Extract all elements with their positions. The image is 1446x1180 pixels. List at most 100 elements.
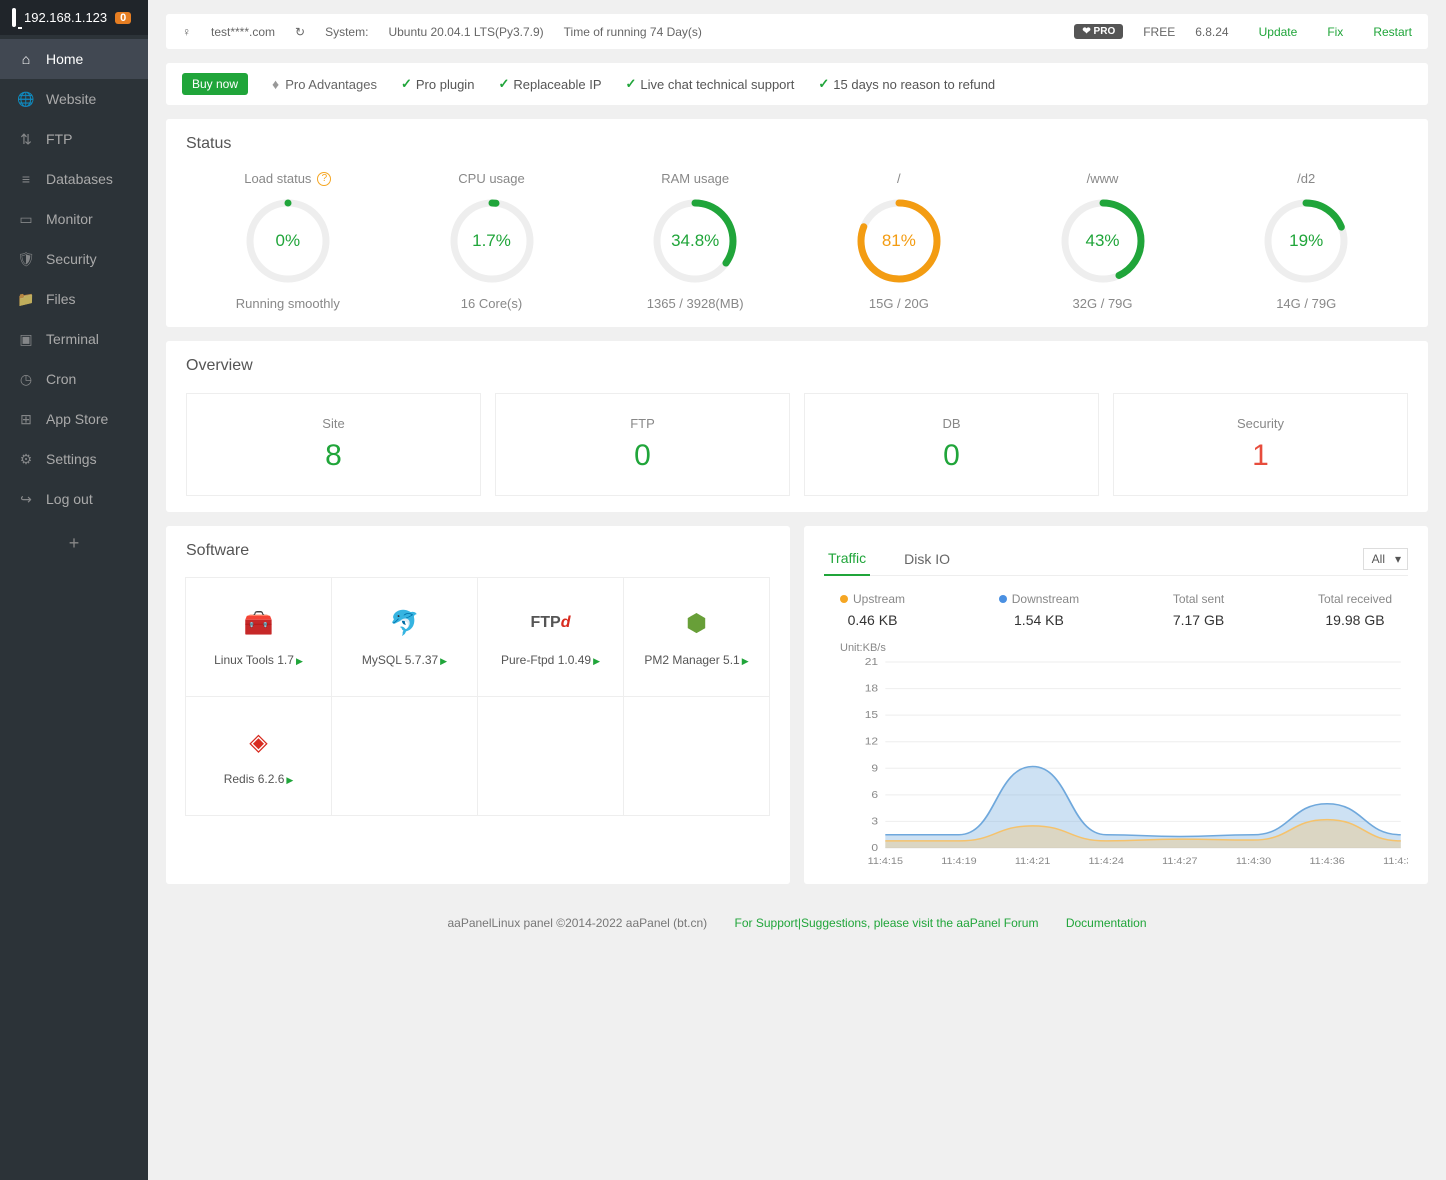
sidebar-item-label: Terminal — [46, 331, 99, 347]
software-redis[interactable]: ◈ Redis 6.2.6 — [185, 696, 332, 816]
software-linux[interactable]: 🧰Linux Tools 1.7 — [185, 577, 332, 697]
sidebar-item-app-store[interactable]: ⊞App Store — [0, 399, 148, 439]
stat-value: 7.17 GB — [1173, 612, 1224, 628]
overview-value: 0 — [496, 439, 789, 473]
status-card: Status Load status? 0% Running smoothly … — [166, 119, 1428, 327]
help-icon[interactable]: ? — [317, 172, 331, 186]
sidebar-item-cron[interactable]: ◷Cron — [0, 359, 148, 399]
header-bar: ♀ test****.com ↻ System: Ubuntu 20.04.1 … — [166, 14, 1428, 49]
promo-feature: Replaceable IP — [498, 76, 601, 92]
gauge-d2[interactable]: /d2 19% 14G / 79G — [1204, 171, 1408, 311]
software-title: Software — [186, 542, 770, 560]
traffic-chart[interactable]: 03691215182111:4:1511:4:1911:4:2111:4:24… — [824, 658, 1408, 868]
pro-badge[interactable]: ❤ PRO — [1074, 24, 1123, 39]
sidebar-item-website[interactable]: 🌐Website — [0, 79, 148, 119]
sidebar-item-security[interactable]: 🛡Security — [0, 239, 148, 279]
sidebar-item-label: Website — [46, 91, 96, 107]
overview-site[interactable]: Site 8 — [186, 393, 481, 496]
stat-value: 0.46 KB — [840, 612, 905, 628]
pro-advantages[interactable]: ♦ Pro Advantages — [272, 76, 377, 92]
software-card: Software 🧰Linux Tools 1.7🐬MySQL 5.7.37FT… — [166, 526, 790, 884]
software-name: Redis 6.2.6 — [224, 772, 294, 786]
traffic-card: Traffic Disk IO All Upstream0.46 KBDowns… — [804, 526, 1428, 884]
traffic-filter-select[interactable]: All — [1363, 548, 1408, 570]
sidebar-item-monitor[interactable]: ▭Monitor — [0, 199, 148, 239]
sidebar-item-label: Settings — [46, 451, 97, 467]
restart-link[interactable]: Restart — [1373, 25, 1412, 39]
redis-icon: ◈ — [243, 726, 275, 758]
gauge-loadstatus[interactable]: Load status? 0% Running smoothly — [186, 171, 390, 311]
svg-text:0: 0 — [871, 843, 878, 854]
gauge-label: Load status? — [186, 171, 390, 186]
version: 6.8.24 — [1195, 25, 1228, 39]
sidebar-item-files[interactable]: 📁Files — [0, 279, 148, 319]
gauge-www[interactable]: /www 43% 32G / 79G — [1001, 171, 1205, 311]
footer: aaPanelLinux panel ©2014-2022 aaPanel (b… — [166, 898, 1428, 948]
overview-db[interactable]: DB0 — [804, 393, 1099, 496]
gauge-[interactable]: / 81% 15G / 20G — [797, 171, 1001, 311]
sidebar-item-label: Databases — [46, 171, 113, 187]
gauge-cpuusage[interactable]: CPU usage 1.7% 16 Core(s) — [390, 171, 594, 311]
overview-security[interactable]: Security 1 — [1113, 393, 1408, 496]
shield-icon: 🛡 — [18, 251, 34, 267]
sidebar-item-home[interactable]: ⌂Home — [0, 39, 148, 79]
overview-ftp[interactable]: FTP 0 — [495, 393, 790, 496]
username[interactable]: test****.com — [211, 25, 275, 39]
gauge-value: 19% — [1261, 196, 1351, 286]
promo-feature: 15 days no reason to refund — [818, 76, 995, 92]
overview-label: FTP — [496, 416, 789, 431]
add-menu-button[interactable]: + — [0, 519, 148, 568]
notification-badge[interactable]: 0 — [115, 12, 131, 24]
tab-diskio[interactable]: Disk IO — [900, 543, 954, 575]
stat-value: 19.98 GB — [1318, 612, 1392, 628]
sidebar-item-label: Cron — [46, 371, 76, 387]
gauge-ramusage[interactable]: RAM usage 34.8% 1365 / 3928(MB) — [593, 171, 797, 311]
update-link[interactable]: Update — [1259, 25, 1298, 39]
sidebar-item-label: Home — [46, 51, 83, 67]
sidebar-item-ftp[interactable]: ⇅FTP — [0, 119, 148, 159]
software-pure-ftpd[interactable]: FTPdPure-Ftpd 1.0.49 — [477, 577, 624, 697]
sidebar-item-terminal[interactable]: ▣Terminal — [0, 319, 148, 359]
software-name: MySQL 5.7.37 — [362, 653, 447, 667]
svg-text:11:4:27: 11:4:27 — [1162, 857, 1198, 867]
sidebar-item-settings[interactable]: ⚙ Settings — [0, 439, 148, 479]
gear-icon: ⚙ — [18, 451, 34, 467]
overview-label: Site — [187, 416, 480, 431]
server-ip: 192.168.1.123 — [24, 10, 107, 25]
gauge-value: 0% — [243, 196, 333, 286]
chart-unit: Unit:KB/s — [840, 642, 1408, 654]
free-label: FREE — [1143, 25, 1175, 39]
sidebar-item-databases[interactable]: ≡Databases — [0, 159, 148, 199]
overview-label: Security — [1114, 416, 1407, 431]
svg-text:11:4:39: 11:4:39 — [1383, 857, 1408, 867]
support-link[interactable]: For Support|Suggestions, please visit th… — [735, 916, 1039, 930]
software-pm2[interactable]: ⬢PM2 Manager 5.1 — [623, 577, 770, 697]
fix-link[interactable]: Fix — [1327, 25, 1343, 39]
gauge-value: 34.8% — [650, 196, 740, 286]
svg-text:6: 6 — [871, 790, 878, 801]
svg-text:11:4:15: 11:4:15 — [868, 857, 904, 867]
sidebar: 192.168.1.123 0 ⌂Home🌐Website⇅FTP≡Databa… — [0, 0, 148, 1180]
gauge-subtitle: 14G / 79G — [1204, 296, 1408, 311]
gauge-value: 43% — [1058, 196, 1148, 286]
sidebar-header: 192.168.1.123 0 — [0, 0, 148, 35]
sidebar-item-label: Files — [46, 291, 76, 307]
overview-value: 8 — [187, 439, 480, 473]
tab-traffic[interactable]: Traffic — [824, 542, 870, 576]
status-title: Status — [186, 135, 1408, 153]
refresh-icon[interactable]: ↻ — [295, 25, 305, 39]
svg-text:3: 3 — [871, 816, 878, 827]
svg-text:21: 21 — [865, 658, 878, 668]
software-empty — [477, 696, 624, 816]
nav-menu: ⌂Home🌐Website⇅FTP≡Databases▭Monitor🛡Secu… — [0, 35, 148, 519]
overview-value: 1 — [1114, 439, 1407, 473]
gauge-label: RAM usage — [593, 171, 797, 186]
gauge-value: 1.7% — [447, 196, 537, 286]
docs-link[interactable]: Documentation — [1066, 916, 1147, 930]
gauge-subtitle: 15G / 20G — [797, 296, 1001, 311]
sidebar-item-log-out[interactable]: ↪Log out — [0, 479, 148, 519]
software-empty — [331, 696, 478, 816]
buy-button[interactable]: Buy now — [182, 73, 248, 95]
software-mysql[interactable]: 🐬MySQL 5.7.37 — [331, 577, 478, 697]
gauge-value: 81% — [854, 196, 944, 286]
